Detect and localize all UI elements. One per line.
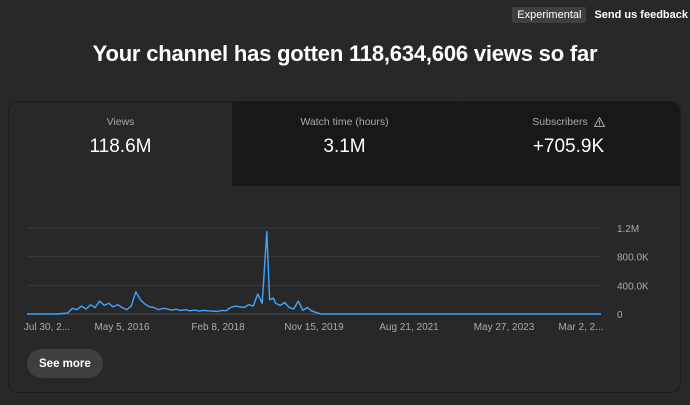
tab-subscribers-value: +705.9K [532, 136, 605, 157]
y-tick-label: 400.0K [617, 281, 649, 292]
tab-subscribers-label: Subscribers [532, 116, 588, 128]
x-tick-label: Nov 15, 2019 [284, 322, 344, 333]
x-tick-label: Mar 2, 2... [558, 322, 603, 333]
tab-watch-time-label: Watch time (hours) [300, 116, 389, 128]
x-tick-label: May 5, 2016 [94, 322, 149, 333]
topbar: Experimental Send us feedback [512, 7, 688, 23]
send-feedback-link[interactable]: Send us feedback [594, 9, 688, 21]
x-tick-label: Jul 30, 2... [24, 322, 70, 333]
x-tick-label: Aug 21, 2021 [379, 322, 439, 333]
tab-views[interactable]: Views 118.6M [9, 102, 232, 186]
views-chart: 1.2M 800.0K 400.0K 0 Jul 30, 2... May 5, 2016… [9, 186, 680, 392]
y-tick-label: 800.0K [617, 253, 649, 264]
y-tick-label: 1.2M [617, 224, 639, 235]
warning-icon[interactable] [593, 117, 605, 127]
y-tick-label: 0 [617, 310, 623, 321]
page-title: Your channel has gotten 118,634,606 view… [92, 41, 598, 66]
x-tick-label: Feb 8, 2018 [191, 322, 245, 333]
experimental-badge: Experimental [512, 7, 587, 23]
tab-watch-time-value: 3.1M [323, 136, 366, 157]
x-tick-label: May 27, 2023 [474, 322, 535, 333]
see-more-button[interactable]: See more [27, 349, 103, 378]
views-chart-svg: 1.2M 800.0K 400.0K 0 Jul 30, 2... May 5, 2016… [24, 224, 649, 333]
tab-subscribers[interactable]: Subscribers +705.9K [456, 102, 680, 186]
tab-views-label: Views [106, 116, 135, 128]
tab-watch-time[interactable]: Watch time (hours) 3.1M [232, 102, 456, 186]
views-series-line [27, 230, 601, 315]
analytics-card: Views 118.6M Watch time (hours) 3.1M Sub… [8, 101, 681, 393]
tab-views-value: 118.6M [89, 136, 152, 157]
metric-tabs: Views 118.6M Watch time (hours) 3.1M Sub… [9, 102, 680, 186]
